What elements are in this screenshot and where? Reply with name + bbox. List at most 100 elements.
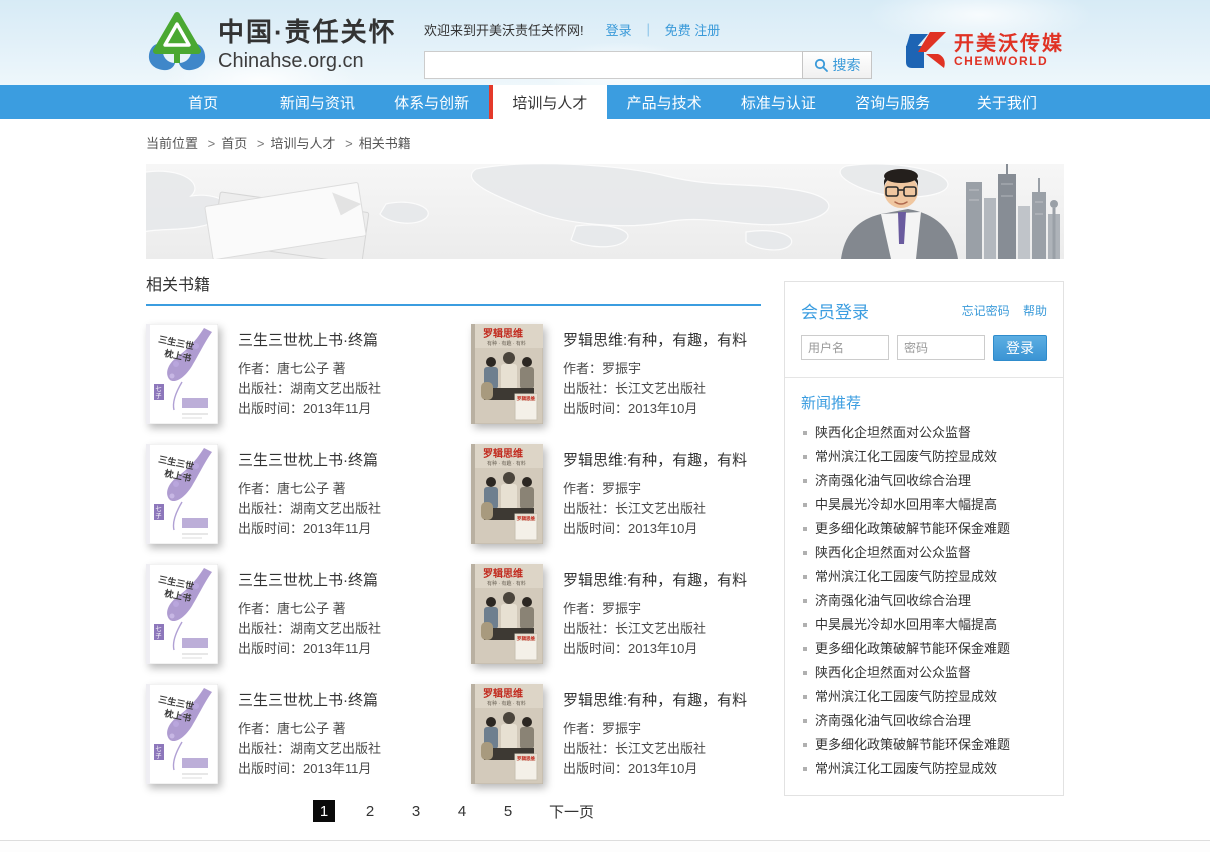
book-entry[interactable]: 三生三世 枕上书 七子 罗辑思维 — [146, 684, 471, 784]
search-button[interactable]: 搜索 — [802, 51, 872, 79]
svg-text:罗辑思维: 罗辑思维 — [517, 395, 535, 402]
next-page-link[interactable]: 下一页 — [549, 801, 594, 822]
login-button[interactable]: 登录 — [993, 335, 1047, 361]
books-section: 相关书籍 三生三世 枕上书 — [146, 271, 761, 822]
breadcrumb-separator: > — [257, 136, 265, 151]
book-publish-date: 出版时间：2013年10月 — [563, 759, 747, 779]
news-item[interactable]: 常州滨江化工园废气防控显成效 — [801, 445, 1047, 469]
nav-item[interactable]: 标准与认证 — [721, 85, 835, 119]
svg-text:子: 子 — [156, 633, 162, 640]
page-number[interactable]: 4 — [451, 800, 473, 822]
book-entry[interactable]: 三生三世 枕上书 七子 罗辑思维 — [471, 684, 761, 784]
book-publisher: 出版社：湖南文艺出版社 — [238, 379, 381, 399]
news-item[interactable]: 中昊晨光冷却水回用率大幅提高 — [801, 493, 1047, 517]
nav-item[interactable]: 首页 — [146, 85, 260, 119]
bullet-icon — [803, 479, 807, 483]
page-number[interactable]: 5 — [497, 800, 519, 822]
book-author: 作者：唐七公子 著 — [238, 719, 381, 739]
book-entry[interactable]: 三生三世 枕上书 七子 罗辑思维 — [146, 324, 471, 424]
book-publisher: 出版社：长江文艺出版社 — [563, 379, 747, 399]
pagination: 1 2 3 4 5 下一页 — [146, 800, 761, 822]
svg-text:罗辑思维: 罗辑思维 — [517, 515, 535, 522]
breadcrumb-link[interactable]: 培训与人才 — [270, 136, 335, 151]
news-item[interactable]: 更多细化政策破解节能环保金难题 — [801, 517, 1047, 541]
hands-tree-logo-icon — [146, 11, 208, 73]
book-entry[interactable]: 三生三世 枕上书 七子 罗辑思维 — [471, 564, 761, 664]
bullet-icon — [803, 527, 807, 531]
page-number[interactable]: 3 — [405, 800, 427, 822]
username-input[interactable] — [801, 335, 889, 360]
bullet-icon — [803, 695, 807, 699]
news-item[interactable]: 中昊晨光冷却水回用率大幅提高 — [801, 613, 1047, 637]
book-cover-image: 三生三世 枕上书 七子 罗辑思维 — [471, 684, 543, 784]
news-item[interactable]: 常州滨江化工园废气防控显成效 — [801, 685, 1047, 709]
book-author: 作者：罗振宇 — [563, 599, 747, 619]
book-cover-image: 三生三世 枕上书 七子 罗辑思维 — [471, 444, 543, 544]
nav-item-label: 标准与认证 — [741, 92, 816, 113]
news-item[interactable]: 陕西化企坦然面对公众监督 — [801, 661, 1047, 685]
book-author: 作者：唐七公子 著 — [238, 479, 381, 499]
news-item-label: 济南强化油气回收综合治理 — [815, 469, 971, 493]
nav-item[interactable]: 关于我们 — [950, 85, 1064, 119]
news-section-title: 新闻推荐 — [801, 392, 1047, 413]
help-link[interactable]: 帮助 — [1023, 304, 1047, 318]
news-item-label: 中昊晨光冷却水回用率大幅提高 — [815, 493, 997, 517]
news-item[interactable]: 陕西化企坦然面对公众监督 — [801, 541, 1047, 565]
news-item[interactable]: 济南强化油气回收综合治理 — [801, 589, 1047, 613]
book-publish-date: 出版时间：2013年10月 — [563, 399, 747, 419]
nav-item[interactable]: 新闻与资讯 — [260, 85, 374, 119]
book-publisher: 出版社：长江文艺出版社 — [563, 499, 747, 519]
book-entry[interactable]: 三生三世 枕上书 七子 罗辑思维 — [471, 444, 761, 544]
nav-item[interactable]: 咨询与服务 — [836, 85, 950, 119]
book-title[interactable]: 三生三世枕上书·终篇 — [238, 329, 381, 350]
book-title[interactable]: 三生三世枕上书·终篇 — [238, 569, 381, 590]
bullet-icon — [803, 647, 807, 651]
nav-item-label: 产品与技术 — [627, 92, 702, 113]
nav-item[interactable]: 体系与创新 — [375, 85, 489, 119]
book-author: 作者：罗振宇 — [563, 359, 747, 379]
book-cover-image: 三生三世 枕上书 七子 罗辑思维 — [146, 324, 218, 424]
search-icon — [814, 58, 828, 72]
news-item-label: 常州滨江化工园废气防控显成效 — [815, 445, 997, 469]
book-title[interactable]: 罗辑思维:有种，有趣，有料 — [563, 329, 747, 350]
login-link[interactable]: 登录 — [606, 20, 632, 39]
news-item-label: 常州滨江化工园废气防控显成效 — [815, 565, 997, 589]
news-item[interactable]: 陕西化企坦然面对公众监督 — [801, 421, 1047, 445]
nav-item[interactable]: 产品与技术 — [607, 85, 721, 119]
svg-text:有种 · 有趣 · 有料: 有种 · 有趣 · 有料 — [487, 340, 526, 347]
book-entry[interactable]: 三生三世 枕上书 七子 罗辑思维 — [146, 444, 471, 544]
book-entry[interactable]: 三生三世 枕上书 七子 罗辑思维 — [146, 564, 471, 664]
breadcrumb-link[interactable]: 首页 — [221, 136, 247, 151]
svg-text:罗辑思维: 罗辑思维 — [483, 687, 523, 700]
bullet-icon — [803, 599, 807, 603]
page-number[interactable]: 1 — [313, 800, 335, 822]
password-input[interactable] — [897, 335, 985, 360]
book-author: 作者：唐七公子 著 — [238, 599, 381, 619]
book-title[interactable]: 三生三世枕上书·终篇 — [238, 449, 381, 470]
bullet-icon — [803, 767, 807, 771]
book-publish-date: 出版时间：2013年10月 — [563, 639, 747, 659]
nav-item[interactable]: 培训与人才 — [489, 85, 607, 119]
svg-text:子: 子 — [156, 513, 162, 520]
news-item[interactable]: 常州滨江化工园废气防控显成效 — [801, 565, 1047, 589]
breadcrumb-link[interactable]: 相关书籍 — [359, 136, 411, 151]
member-login-title: 会员登录 — [801, 298, 869, 323]
news-item[interactable]: 更多细化政策破解节能环保金难题 — [801, 637, 1047, 661]
svg-text:罗辑思维: 罗辑思维 — [483, 567, 523, 580]
book-title[interactable]: 罗辑思维:有种，有趣，有料 — [563, 449, 747, 470]
book-title[interactable]: 罗辑思维:有种，有趣，有料 — [563, 689, 747, 710]
nav-item-label: 咨询与服务 — [855, 92, 930, 113]
page-number[interactable]: 2 — [359, 800, 381, 822]
forgot-password-link[interactable]: 忘记密码 — [962, 304, 1010, 318]
search-input[interactable] — [424, 51, 802, 79]
book-title[interactable]: 罗辑思维:有种，有趣，有料 — [563, 569, 747, 590]
svg-text:有种 · 有趣 · 有料: 有种 · 有趣 · 有料 — [487, 580, 526, 587]
news-item[interactable]: 常州滨江化工园废气防控显成效 — [801, 757, 1047, 781]
register-link[interactable]: 免费 注册 — [665, 20, 721, 39]
book-title[interactable]: 三生三世枕上书·终篇 — [238, 689, 381, 710]
book-entry[interactable]: 三生三世 枕上书 七子 罗辑思维 — [471, 324, 761, 424]
book-cover-image: 三生三世 枕上书 七子 罗辑思维 — [146, 444, 218, 544]
news-item[interactable]: 更多细化政策破解节能环保金难题 — [801, 733, 1047, 757]
news-item[interactable]: 济南强化油气回收综合治理 — [801, 469, 1047, 493]
news-item[interactable]: 济南强化油气回收综合治理 — [801, 709, 1047, 733]
